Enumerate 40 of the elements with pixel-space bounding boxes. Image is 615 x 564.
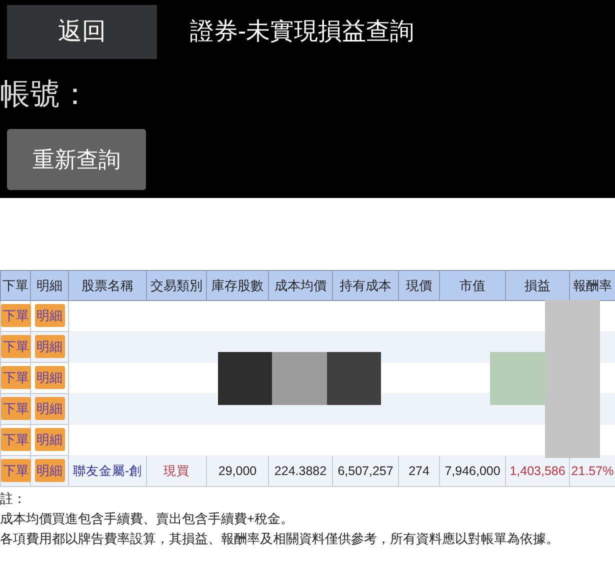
page-title: 證券-未實現損益查詢 xyxy=(190,17,414,47)
detail-button[interactable]: 明細 xyxy=(34,304,64,327)
note-text: 註： xyxy=(0,490,27,508)
order-button[interactable]: 下單 xyxy=(1,428,31,451)
column-header: 報酬率 xyxy=(570,270,615,300)
column-header: 損益 xyxy=(506,270,570,300)
column-header: 持有成本 xyxy=(332,270,398,300)
detail-button[interactable]: 明細 xyxy=(34,428,64,451)
detail-button[interactable]: 明細 xyxy=(34,335,64,358)
note-text: 成本均價買進包含手續費、賣出包含手續費+稅金。 xyxy=(0,510,295,528)
column-header: 交易類別 xyxy=(146,270,206,300)
table-cell: 29,000 xyxy=(206,456,268,486)
redaction-block xyxy=(327,352,381,405)
column-header: 下單 xyxy=(0,270,30,300)
column-header: 庫存股數 xyxy=(206,270,268,300)
order-button[interactable]: 下單 xyxy=(1,397,31,420)
table-cell: 274 xyxy=(398,456,440,486)
table-cell: 現買 xyxy=(146,456,206,486)
table-cell: 6,507,257 xyxy=(332,456,398,486)
order-button[interactable]: 下單 xyxy=(1,459,31,482)
detail-button[interactable]: 明細 xyxy=(34,366,64,389)
column-header: 明細 xyxy=(30,270,68,300)
column-header: 成本均價 xyxy=(268,270,332,300)
column-header: 市值 xyxy=(440,270,506,300)
column-header: 現價 xyxy=(398,270,440,300)
redaction-block xyxy=(272,352,327,405)
column-header: 股票名稱 xyxy=(68,270,146,300)
account-label: 帳號： xyxy=(0,76,90,112)
order-button[interactable]: 下單 xyxy=(1,304,31,327)
note-text: 各項費用都以牌告費率設算，其損益、報酬率及相關資料僅供參考，所有資料應以對帳單為依據。 xyxy=(0,530,560,548)
order-button[interactable]: 下單 xyxy=(1,366,31,389)
redaction-block xyxy=(218,352,272,405)
table-cell: 224.3882 xyxy=(268,456,332,486)
detail-button[interactable]: 明細 xyxy=(34,397,64,420)
table-cell: 聯友金屬-創 xyxy=(68,456,146,486)
order-button[interactable]: 下單 xyxy=(1,335,31,358)
requery-button[interactable]: 重新查詢 xyxy=(7,129,146,190)
back-button[interactable]: 返回 xyxy=(7,5,157,59)
detail-button[interactable]: 明細 xyxy=(34,459,64,482)
table-cell: 7,946,000 xyxy=(440,456,506,486)
